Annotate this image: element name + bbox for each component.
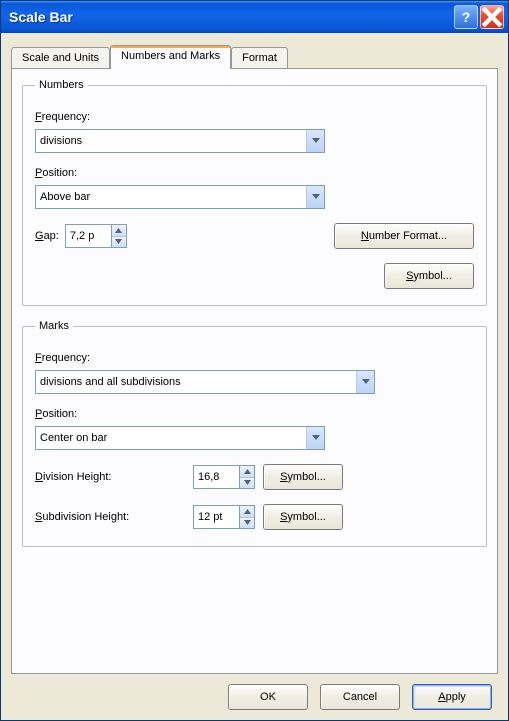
- numbers-position-dropdown[interactable]: Above bar: [35, 185, 325, 209]
- subdivision-symbol-button[interactable]: Symbol...: [263, 504, 343, 530]
- numbers-frequency-dropdown[interactable]: divisions: [35, 129, 325, 153]
- subdivision-spin-buttons: [239, 505, 255, 529]
- tab-numbers-marks[interactable]: Numbers and Marks: [110, 45, 231, 69]
- chevron-down-icon: [356, 371, 374, 393]
- gap-spinner[interactable]: [65, 224, 127, 248]
- division-height-input[interactable]: [193, 465, 239, 489]
- subdivision-spin-down[interactable]: [240, 517, 254, 529]
- help-button[interactable]: ?: [454, 5, 478, 29]
- chevron-down-icon: [306, 130, 324, 152]
- marks-position-label: Position:: [35, 408, 474, 420]
- dialog-buttons: OK Cancel Apply: [11, 674, 498, 710]
- numbers-symbol-button[interactable]: Symbol...: [384, 263, 474, 289]
- dialog-window: Scale Bar ? Scale and Units Numbers and …: [0, 0, 509, 721]
- numbers-position-value: Above bar: [36, 191, 306, 203]
- gap-spin-buttons: [111, 224, 127, 248]
- division-spin-down[interactable]: [240, 477, 254, 489]
- tab-scale-units[interactable]: Scale and Units: [11, 47, 110, 68]
- subdivision-spin-up[interactable]: [240, 506, 254, 517]
- tab-format[interactable]: Format: [231, 47, 288, 68]
- number-format-button[interactable]: Number Format...: [334, 223, 474, 249]
- marks-group: Marks Frequency: divisions and all subdi…: [22, 320, 487, 547]
- division-spin-buttons: [239, 465, 255, 489]
- chevron-down-icon: [306, 427, 324, 449]
- client-area: Scale and Units Numbers and Marks Format…: [1, 33, 508, 720]
- gap-spin-down[interactable]: [112, 236, 126, 248]
- subdivision-height-spinner[interactable]: [193, 505, 255, 529]
- subdivision-height-input[interactable]: [193, 505, 239, 529]
- titlebar: Scale Bar ?: [1, 1, 508, 33]
- tab-strip: Scale and Units Numbers and Marks Format: [11, 45, 498, 68]
- gap-spin-up[interactable]: [112, 225, 126, 236]
- close-icon: [481, 6, 503, 28]
- cancel-button[interactable]: Cancel: [320, 684, 400, 710]
- numbers-frequency-value: divisions: [36, 135, 306, 147]
- apply-button[interactable]: Apply: [412, 684, 492, 710]
- gap-input[interactable]: [65, 224, 111, 248]
- marks-frequency-label: Frequency:: [35, 352, 474, 364]
- gap-label: Gap:: [35, 230, 59, 242]
- division-spin-up[interactable]: [240, 466, 254, 477]
- division-height-label: Division Height:: [35, 471, 185, 483]
- numbers-legend: Numbers: [35, 79, 88, 91]
- numbers-position-label: Position:: [35, 167, 474, 179]
- tab-page-numbers-marks: Numbers Frequency: divisions Position: A…: [11, 68, 498, 674]
- numbers-group: Numbers Frequency: divisions Position: A…: [22, 79, 487, 306]
- chevron-down-icon: [306, 186, 324, 208]
- marks-legend: Marks: [35, 320, 73, 332]
- close-button[interactable]: [480, 5, 504, 29]
- marks-frequency-dropdown[interactable]: divisions and all subdivisions: [35, 370, 375, 394]
- window-title: Scale Bar: [9, 9, 452, 25]
- marks-position-dropdown[interactable]: Center on bar: [35, 426, 325, 450]
- marks-position-value: Center on bar: [36, 432, 306, 444]
- numbers-frequency-label: Frequency:: [35, 111, 474, 123]
- subdivision-height-label: Subdivision Height:: [35, 511, 185, 523]
- marks-frequency-value: divisions and all subdivisions: [36, 376, 356, 388]
- division-height-spinner[interactable]: [193, 465, 255, 489]
- ok-button[interactable]: OK: [228, 684, 308, 710]
- division-symbol-button[interactable]: Symbol...: [263, 464, 343, 490]
